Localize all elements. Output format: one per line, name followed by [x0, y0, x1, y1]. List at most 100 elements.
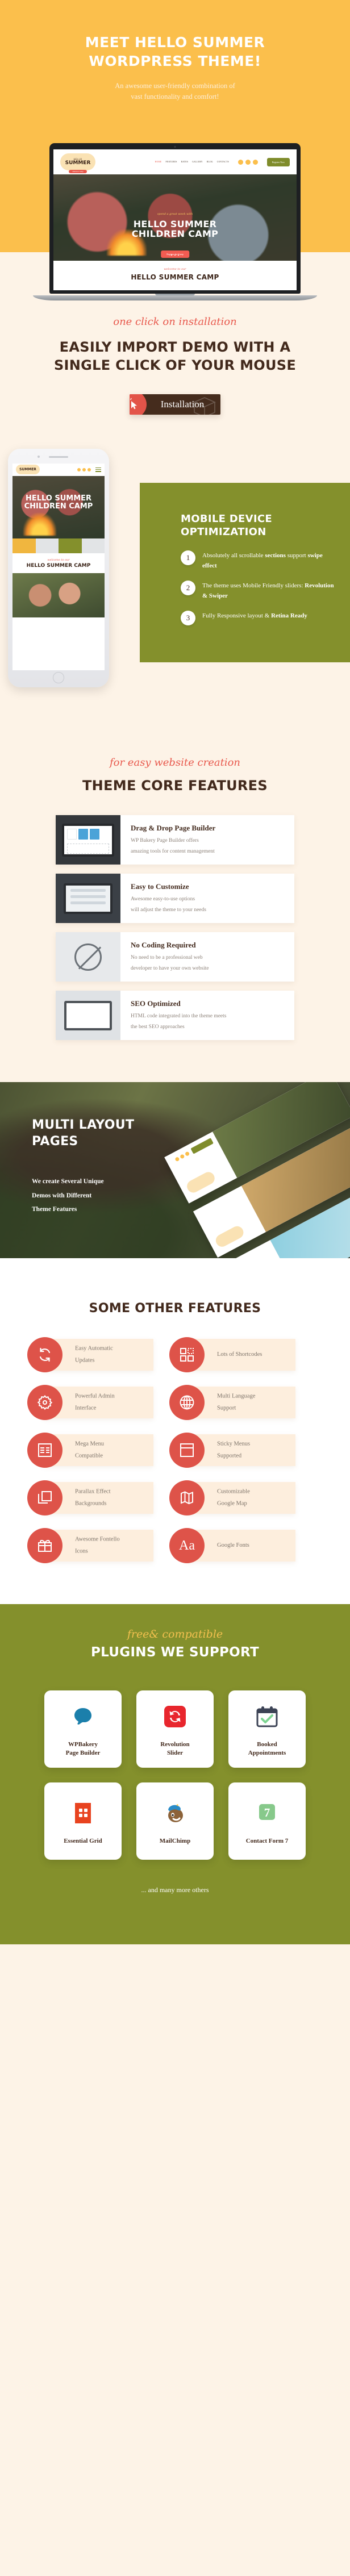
label-line2: Updates [75, 1357, 95, 1364]
globe-icon [169, 1385, 205, 1421]
plugins-section: free& compatible Plugins We Support WPBa… [0, 1604, 350, 1945]
multi-layout-desc-line2: Demos with Different [32, 1192, 92, 1199]
no-entry-icon [74, 943, 102, 971]
thumb-1 [13, 538, 36, 553]
laptop-base [33, 295, 317, 300]
feature-item-powerful-admin-interface: Powerful Admin Interface [27, 1385, 153, 1421]
hero-subtitle-line1: An awesome user-friendly combination of [115, 82, 235, 90]
site-welcome-block: welcome to our HELLO SUMMER CAMP [53, 261, 297, 290]
nav-item-rates: RATES [181, 161, 189, 163]
feature-desc-line2: the best SEO approaches [131, 1024, 185, 1030]
facebook-icon [238, 159, 243, 165]
contact-form-7-icon: 7 [254, 1797, 280, 1829]
multi-layout-heading-line2: Pages [32, 1134, 78, 1149]
label-line1: Parallax Effect [75, 1488, 111, 1495]
plugin-card-booked-appointments[interactable]: Booked Appointments [228, 1690, 306, 1768]
cursor-click-icon [130, 394, 147, 415]
plugin-name: Booked Appointments [248, 1740, 286, 1757]
plugin-name: Contact Form 7 [246, 1837, 289, 1846]
label-line2: Compatible [75, 1452, 103, 1459]
phone-welcome-script: welcome to our [47, 558, 70, 562]
aa-glyph: Aa [179, 1538, 195, 1553]
phone-speaker-icon [49, 456, 68, 458]
monitor-icon [64, 883, 113, 914]
hero-subtitle: An awesome user-friendly combination of … [0, 81, 350, 103]
sticky-menu-icon [169, 1433, 205, 1468]
multi-layout-text: Multi Layout Pages We create Several Uni… [0, 1082, 142, 1216]
svg-text:7: 7 [264, 1806, 270, 1819]
plugins-grid: WPBakery Page Builder Revolution Slider [44, 1690, 306, 1860]
mobile-feature-list: 1 Absolutely all scrollable sections sup… [181, 550, 338, 626]
plugin-name-line2: Page Builder [65, 1750, 101, 1757]
social-icons [238, 159, 258, 165]
label-line1: Lots of Shortcodes [217, 1351, 262, 1358]
hero-section: Meet Hello Summer WordPress Theme! An aw… [0, 0, 350, 300]
plugin-card-contact-form-7[interactable]: 7 Contact Form 7 [228, 1782, 306, 1860]
other-features-section: Some Other Features Easy Automatic Updat… [0, 1258, 350, 1605]
feature-item-label: Google Fonts [217, 1540, 291, 1551]
plugin-name: WPBakery Page Builder [66, 1740, 101, 1757]
list-item-text: Fully Responsive layout & Retina Ready [202, 611, 307, 621]
label-line2: Interface [75, 1405, 97, 1412]
feature-item-label: Powerful Admin Interface [75, 1391, 149, 1414]
plugin-name: Essential Grid [64, 1837, 102, 1846]
installation-button-row: Installation [130, 394, 220, 415]
feature-item-easy-automatic-updates: Easy Automatic Updates [27, 1337, 153, 1373]
phone-screen: SUMMER HELLO SUMMER CHILDREN CAMP welcom… [13, 463, 105, 670]
phone-mockup: SUMMER HELLO SUMMER CHILDREN CAMP welcom… [8, 448, 109, 687]
drag-drop-builder-thumb [56, 815, 120, 865]
list-item-text: The theme uses Mobile Friendly sliders: … [202, 581, 338, 601]
site-logo-badge: children camp [69, 170, 87, 173]
site-logo: HELLO SUMMER children camp [60, 153, 95, 173]
feature-item-lots-of-shortcodes: Lots of Shortcodes [169, 1337, 295, 1373]
register-now-button: Register Now [266, 157, 290, 166]
phone-photo [13, 573, 105, 617]
list-number-badge: 1 [181, 550, 195, 565]
feature-item-label: Parallax Effect Backgrounds [75, 1487, 149, 1510]
core-features-heading: Theme Core Features [82, 777, 268, 794]
mockup-logo [214, 1224, 246, 1250]
label-line1: Google Fonts [217, 1542, 249, 1549]
phone-slide-title: HELLO SUMMER CHILDREN CAMP [13, 494, 105, 511]
twitter-icon [245, 159, 251, 165]
plugin-name-line1: Booked [257, 1741, 277, 1748]
hamburger-menu-icon [95, 466, 101, 473]
plugins-script: free& compatible [127, 1628, 223, 1641]
layout-mockup-stack [164, 1082, 350, 1259]
text-bold: Retina Ready [271, 612, 307, 620]
plugin-card-mailchimp[interactable]: MailChimp [136, 1782, 214, 1860]
feature-desc: HTML code integrated into the theme meet… [131, 1011, 226, 1032]
revolution-slider-icon [162, 1701, 188, 1732]
text-normal: Fully Responsive layout & [202, 612, 271, 620]
feature-card: No Coding Required No need to be a profe… [56, 932, 294, 982]
plugin-card-essential-grid[interactable]: Essential Grid [44, 1782, 122, 1860]
feature-item-label: Sticky Menus Supported [217, 1439, 291, 1462]
laptop-screen: HELLO SUMMER children camp HOME FEATURES… [49, 143, 301, 294]
mobile-heading-line2: Optimization [181, 526, 266, 538]
plugin-name-line2: Appointments [248, 1750, 286, 1757]
text-mid: support [285, 552, 308, 559]
site-preview: HELLO SUMMER children camp HOME FEATURES… [53, 149, 297, 290]
mobile-heading-line1: Mobile Device [181, 512, 272, 525]
essential-grid-icon [70, 1797, 96, 1829]
feature-card: Drag & Drop Page Builder WP Bakery Page … [56, 815, 294, 865]
plugin-name-line1: WPBakery [68, 1741, 98, 1748]
feature-item-sticky-menus-supported: Sticky Menus Supported [169, 1433, 295, 1468]
phone-thumb-strip [13, 538, 105, 553]
booked-calendar-icon [254, 1701, 280, 1732]
label-line2: Support [217, 1405, 236, 1412]
installation-button[interactable]: Installation [130, 394, 220, 415]
installation-heading-line1: Easily Import Demo With a [59, 339, 291, 355]
phone-slide-title-line2: CHILDREN CAMP [24, 502, 93, 511]
list-number-badge: 3 [181, 611, 195, 626]
refresh-icon [27, 1337, 63, 1373]
plugin-card-wpbakery[interactable]: WPBakery Page Builder [44, 1690, 122, 1768]
shortcodes-grid-icon [169, 1337, 205, 1373]
no-coding-thumb [56, 932, 120, 982]
feature-desc: No need to be a professional web develop… [131, 953, 209, 974]
feature-card: Easy to Customize Awesome easy-to-use op… [56, 874, 294, 924]
label-line1: Easy Automatic [75, 1345, 113, 1352]
welcome-title: HELLO SUMMER CAMP [131, 273, 219, 281]
widget-tiles [64, 826, 112, 842]
plugin-card-revolution-slider[interactable]: Revolution Slider [136, 1690, 214, 1768]
